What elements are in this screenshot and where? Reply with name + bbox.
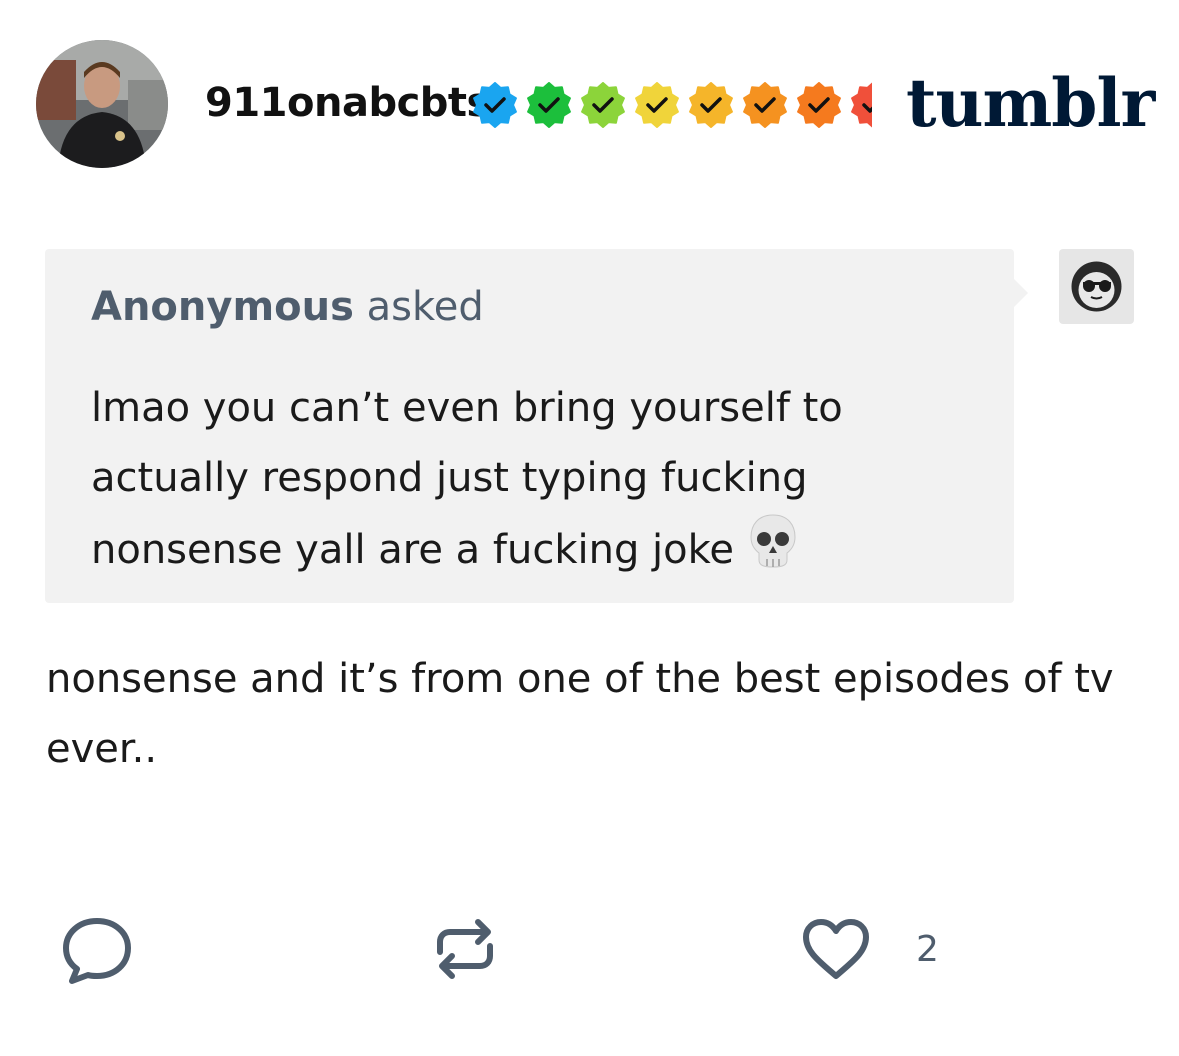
- username[interactable]: 911onabcbts: [205, 78, 490, 128]
- check-badge-icon: [797, 82, 841, 128]
- ask-box-notch: [1014, 279, 1028, 307]
- reblog-icon: [437, 919, 493, 979]
- check-badge-icon: [743, 82, 787, 128]
- asker-name: Anonymous: [91, 284, 354, 330]
- heart-icon: [803, 919, 869, 979]
- asked-label: asked: [366, 284, 484, 330]
- check-badge-icon: [581, 82, 625, 128]
- question-text: lmao you can’t even bring yourself to ac…: [91, 385, 843, 573]
- verification-badges: [472, 80, 872, 130]
- check-badge-icon: [851, 82, 872, 128]
- check-badge-icon: [689, 82, 733, 128]
- check-badge-icon: [527, 82, 571, 128]
- tumblr-logo: tumblr: [906, 64, 1155, 142]
- asker-line: Anonymous asked: [91, 281, 484, 333]
- reblog-button[interactable]: [428, 912, 502, 990]
- answer-text: nonsense and it’s from one of the best e…: [46, 656, 1114, 772]
- like-count: 2: [916, 929, 939, 970]
- anonymous-avatar[interactable]: [1059, 249, 1134, 324]
- like-button[interactable]: [800, 916, 872, 986]
- reply-button[interactable]: [60, 915, 134, 991]
- comment-icon: [63, 918, 131, 984]
- check-badge-icon: [635, 82, 679, 128]
- check-badge-icon: [473, 82, 517, 128]
- ask-box: Anonymous asked lmao you can’t even brin…: [45, 249, 1028, 603]
- skull-emoji-icon: [748, 513, 798, 591]
- user-avatar[interactable]: [36, 40, 168, 168]
- ask-question: lmao you can’t even bring yourself to ac…: [91, 373, 951, 591]
